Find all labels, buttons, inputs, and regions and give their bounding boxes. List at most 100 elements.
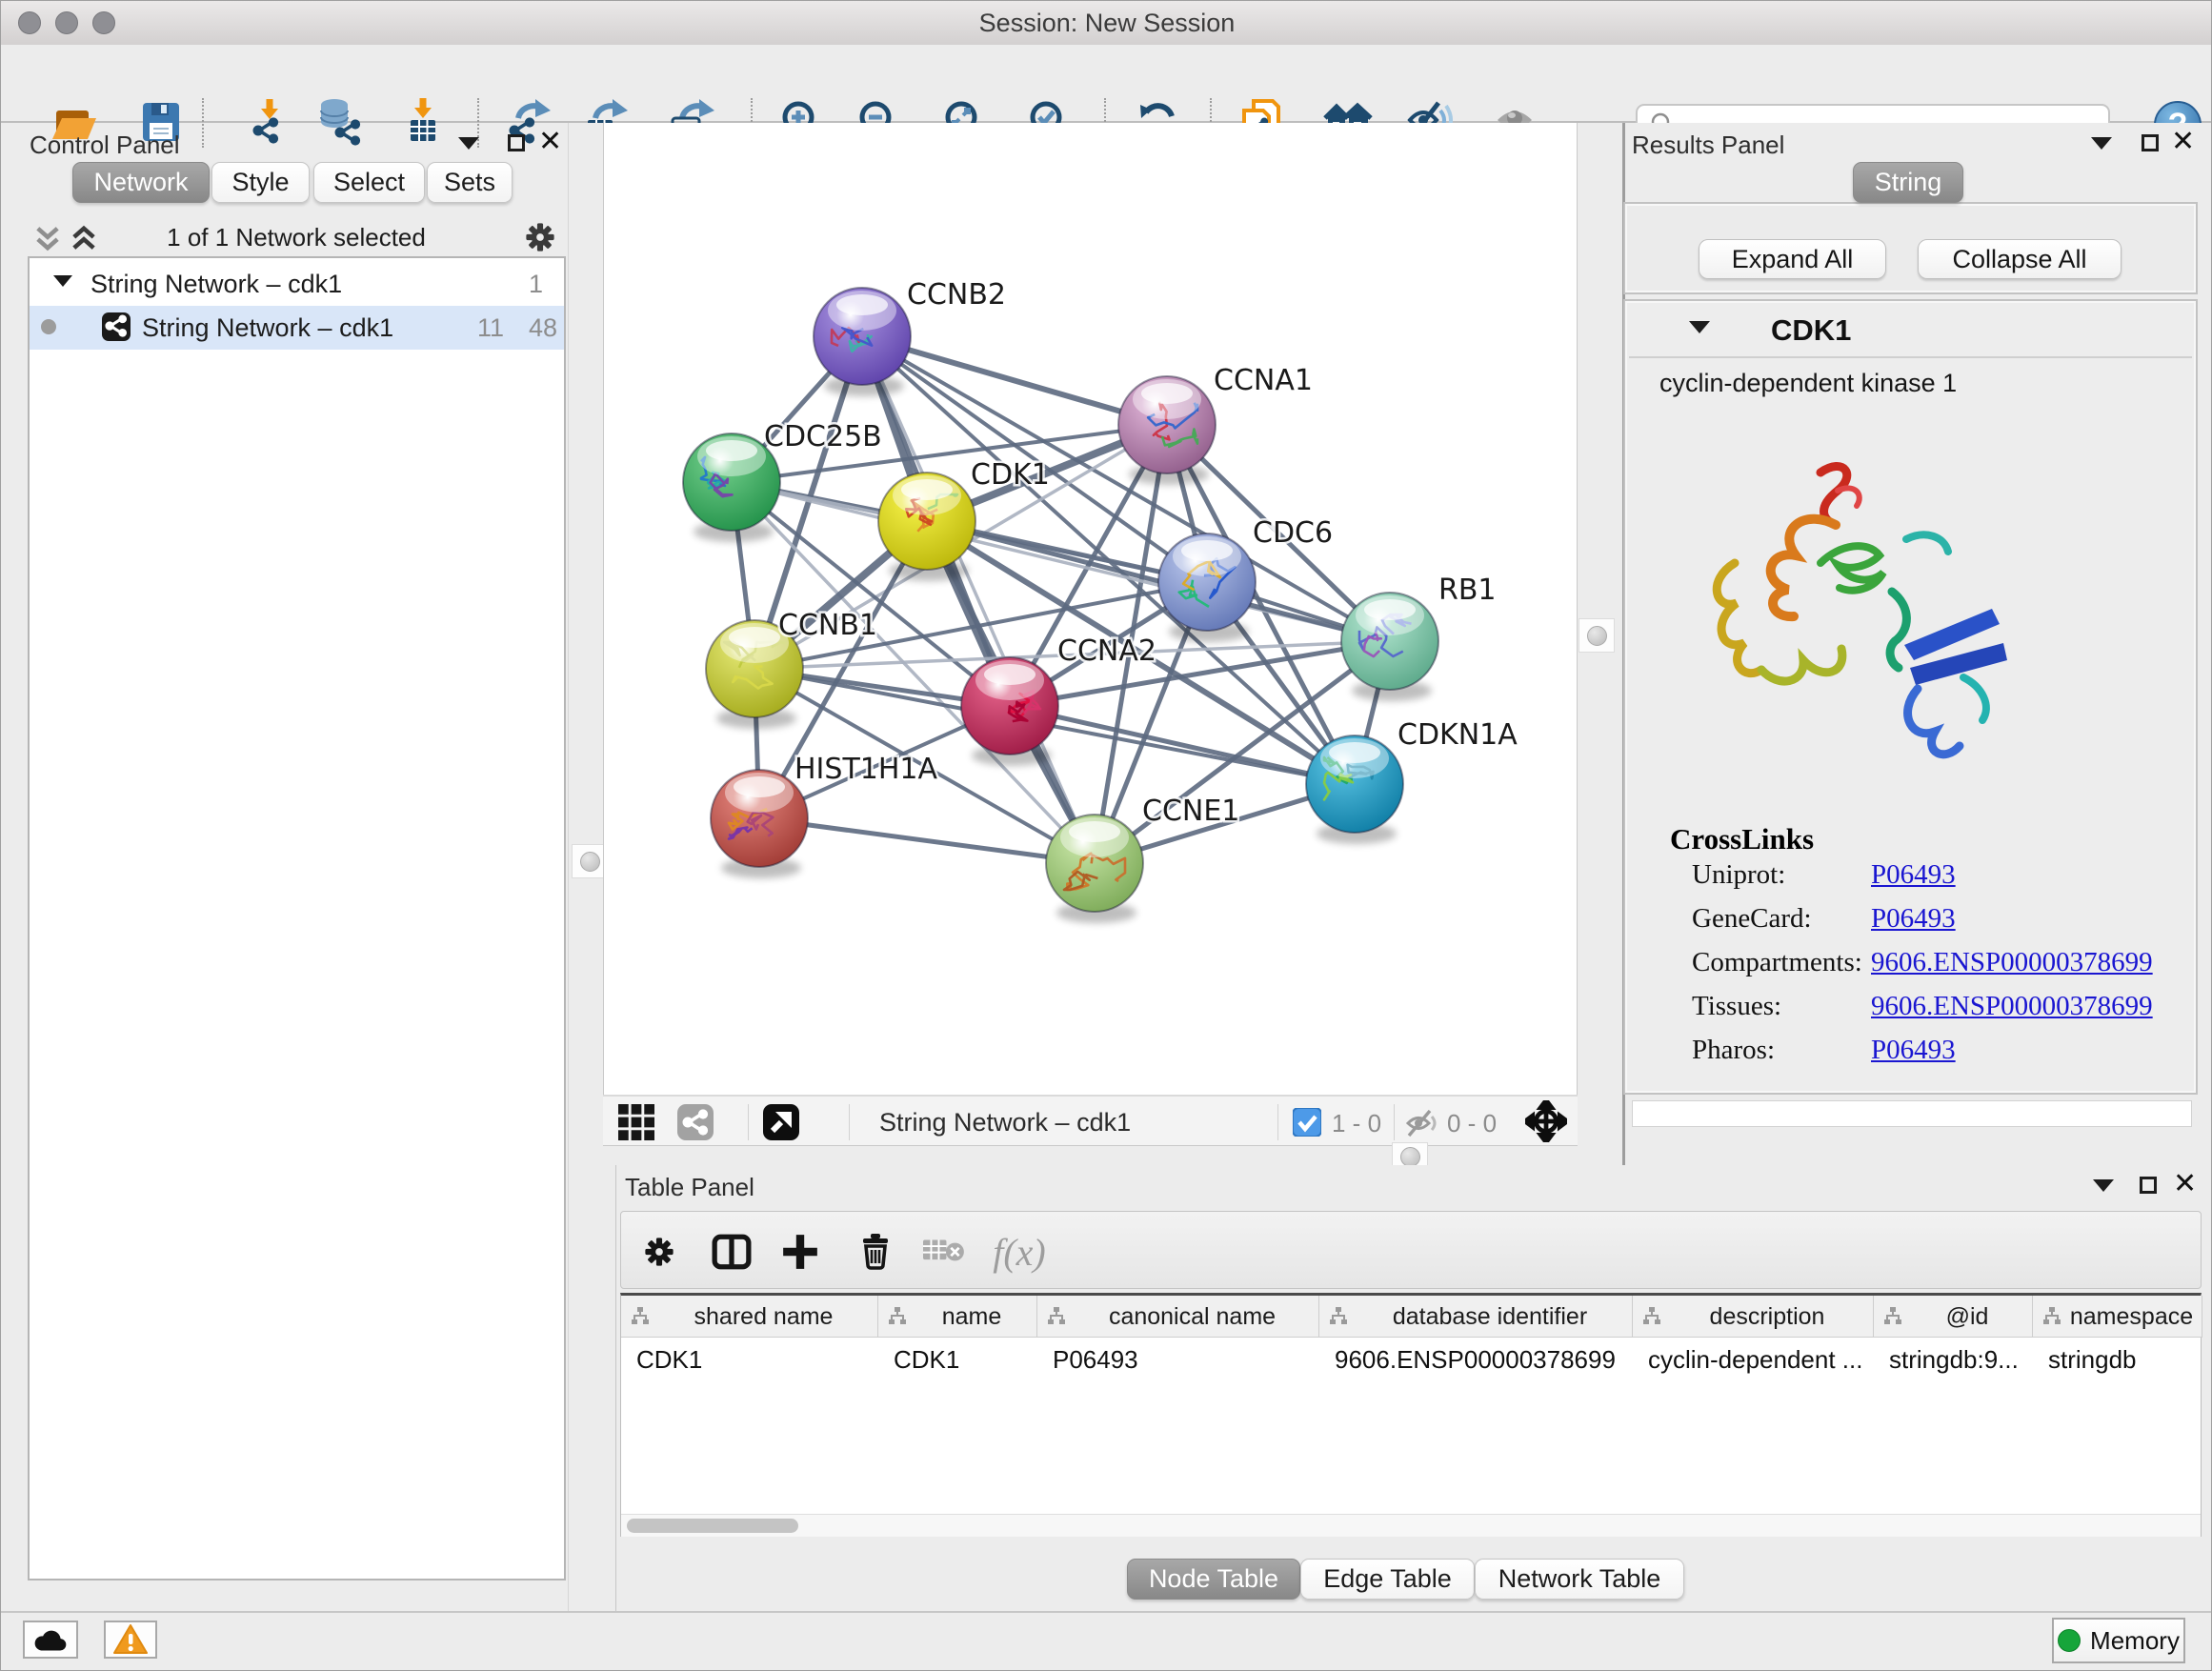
network-node-RB1[interactable] — [1341, 593, 1438, 701]
warning-button[interactable] — [104, 1621, 157, 1659]
expand-all-tree-icon[interactable] — [70, 222, 98, 254]
tab-node-table[interactable]: Node Table — [1127, 1559, 1300, 1600]
node-label-HIST1H1A: HIST1H1A — [794, 753, 938, 786]
memory-button[interactable]: Memory — [2052, 1618, 2185, 1663]
tab-edge-table[interactable]: Edge Table — [1300, 1559, 1475, 1600]
tab-network-table[interactable]: Network Table — [1475, 1559, 1684, 1600]
network-share-icon[interactable] — [677, 1104, 714, 1140]
table-panel-menu-icon[interactable] — [2093, 1179, 2114, 1192]
network-tree-row[interactable]: String Network – cdk11148 — [30, 306, 564, 350]
network-node-CCNE1[interactable] — [1046, 815, 1143, 923]
protein-structure-image — [1678, 449, 2040, 782]
table-toolbar: f(x) — [620, 1211, 2202, 1289]
fit-content-crosshair-icon[interactable] — [1525, 1100, 1567, 1142]
memory-status-icon — [2058, 1629, 2081, 1652]
delete-table-icon — [923, 1234, 967, 1270]
tab-select[interactable]: Select — [313, 162, 425, 203]
table-cell[interactable]: P06493 — [1037, 1338, 1319, 1376]
open-in-window-icon[interactable] — [763, 1104, 799, 1140]
table-cell[interactable]: 9606.ENSP00000378699 — [1319, 1338, 1633, 1376]
crosslink-link[interactable]: 9606.ENSP00000378699 — [1871, 991, 2153, 1022]
current-network-dot-icon — [40, 318, 57, 335]
table-panel-close-icon[interactable]: ✕ — [2173, 1175, 2197, 1194]
network-node-CCNA1[interactable] — [1118, 376, 1216, 485]
node-label-CDC25B: CDC25B — [764, 420, 882, 453]
left-splitter[interactable] — [568, 123, 604, 1611]
table-panel-float-icon[interactable] — [2140, 1177, 2157, 1194]
node-label-CDKN1A: CDKN1A — [1398, 718, 1518, 752]
column-header-databaseidentifier[interactable]: database identifier — [1319, 1296, 1633, 1338]
split-columns-button[interactable] — [705, 1225, 758, 1278]
import-table-icon — [398, 97, 448, 147]
column-header-description[interactable]: description — [1633, 1296, 1874, 1338]
collapse-all-button[interactable]: Collapse All — [1918, 239, 2122, 279]
results-scrollbar[interactable] — [1632, 1100, 2192, 1127]
network-row-label: String Network – cdk1 — [142, 313, 393, 343]
tab-network[interactable]: Network — [72, 162, 210, 203]
results-panel-title: Results Panel — [1632, 131, 1784, 160]
import-table-button[interactable] — [395, 94, 451, 150]
network-tree-row[interactable]: String Network – cdk1 1 — [30, 262, 564, 306]
network-node-CCNB2[interactable] — [814, 288, 911, 396]
tree-group-label: String Network – cdk1 — [90, 270, 342, 299]
table-cell[interactable]: cyclin-dependent ... — [1633, 1338, 1874, 1376]
right-splitter-grip[interactable] — [1579, 618, 1615, 653]
crosslink-label: Compartments: — [1692, 947, 1862, 978]
crosslink-label: Tissues: — [1692, 991, 1781, 1022]
scrollbar-thumb[interactable] — [627, 1519, 798, 1533]
add-column-button[interactable] — [774, 1225, 827, 1278]
table-cell[interactable]: stringdb:9... — [1874, 1338, 2033, 1376]
column-header-namespace[interactable]: namespace — [2033, 1296, 2202, 1338]
tree-expander-icon[interactable] — [52, 273, 73, 289]
right-splitter[interactable] — [1578, 123, 1622, 1165]
import-network-button[interactable] — [242, 94, 297, 150]
tree-group-count: 1 — [529, 270, 543, 299]
column-header-id[interactable]: @id — [1874, 1296, 2033, 1338]
results-panel-float-icon[interactable] — [2142, 134, 2159, 151]
table-cell[interactable]: CDK1 — [621, 1338, 878, 1376]
control-panel-close-icon[interactable]: ✕ — [538, 132, 562, 151]
table-cell[interactable]: stringdb — [2033, 1338, 2202, 1376]
tab-style[interactable]: Style — [211, 162, 310, 203]
column-header-canonicalname[interactable]: canonical name — [1037, 1296, 1319, 1338]
expand-all-button[interactable]: Expand All — [1699, 239, 1886, 279]
gear-button[interactable] — [633, 1225, 686, 1278]
import-database-button[interactable] — [311, 94, 366, 150]
crosslink-link[interactable]: 9606.ENSP00000378699 — [1871, 947, 2153, 978]
crosslink-link[interactable]: P06493 — [1871, 903, 1956, 935]
gene-symbol: CDK1 — [1771, 313, 1851, 348]
delete-row-button[interactable] — [849, 1225, 902, 1278]
table-cell[interactable]: CDK1 — [878, 1338, 1037, 1376]
column-header-sharedname[interactable]: shared name — [621, 1296, 878, 1338]
network-node-CDC6[interactable] — [1158, 534, 1256, 642]
birdseye-grid-icon[interactable] — [618, 1104, 654, 1140]
network-node-CCNA2[interactable] — [961, 657, 1058, 766]
network-canvas[interactable]: CCNB2CCNA1CDC25BCDK1CDC6RB1CCNB1CCNA2CDK… — [603, 123, 1578, 1095]
delete-table-button — [918, 1225, 972, 1278]
tab-sets[interactable]: Sets — [427, 162, 513, 203]
cloud-button[interactable] — [23, 1621, 78, 1659]
tab-string[interactable]: String — [1853, 162, 1963, 203]
results-panel-close-icon[interactable]: ✕ — [2171, 132, 2195, 151]
application-window: Session: New Session ? Control Panel ✕ N… — [0, 0, 2212, 1671]
control-panel-float-icon[interactable] — [508, 134, 525, 151]
collapse-all-tree-icon[interactable] — [33, 222, 62, 254]
results-panel-menu-icon[interactable] — [2091, 137, 2112, 150]
network-type-icon — [102, 312, 131, 341]
column-header-name[interactable]: name — [878, 1296, 1037, 1338]
network-node-HIST1H1A[interactable] — [711, 770, 808, 878]
results-actions-box: Expand All Collapse All — [1623, 202, 2198, 294]
table-horizontal-scrollbar[interactable] — [621, 1514, 2201, 1537]
selected-checkbox-icon[interactable] — [1293, 1108, 1321, 1137]
control-panel-menu-icon[interactable] — [458, 137, 479, 150]
network-node-CDK1[interactable] — [878, 473, 975, 581]
crosslink-link[interactable]: P06493 — [1871, 1035, 1956, 1066]
gene-collapse-icon[interactable] — [1689, 321, 1710, 333]
network-node-CDKN1A[interactable] — [1306, 735, 1403, 844]
network-selection-status: 1 of 1 Network selected — [153, 223, 439, 252]
network-options-gear-icon[interactable] — [521, 218, 559, 256]
network-view-toolbar: String Network – cdk11 - 00 - 0 — [603, 1095, 1578, 1146]
window-title: Session: New Session — [1, 9, 2212, 38]
gene-header-divider — [1629, 356, 2192, 358]
crosslink-link[interactable]: P06493 — [1871, 859, 1956, 891]
